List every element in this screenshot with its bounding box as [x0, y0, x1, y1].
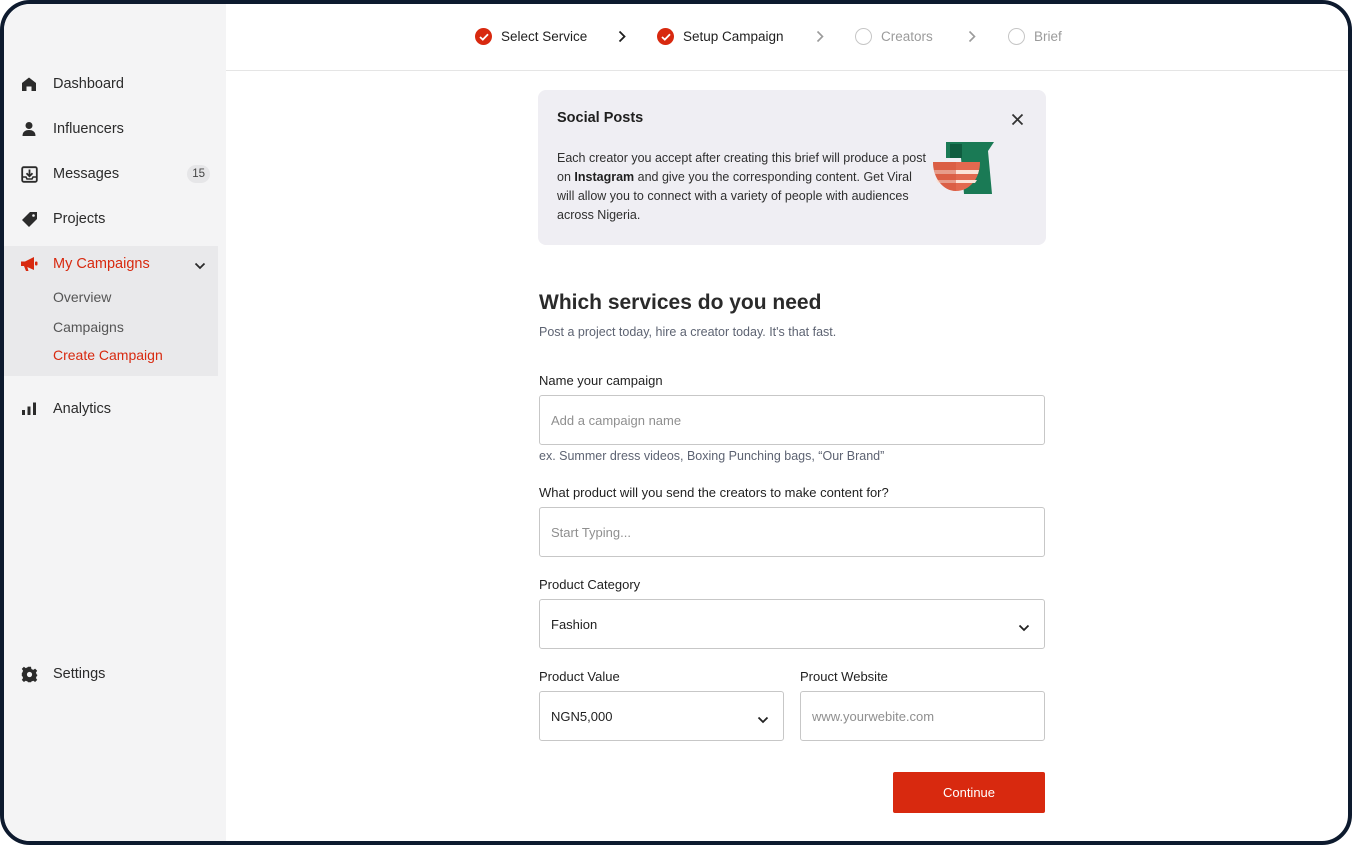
home-icon	[20, 75, 38, 93]
chevron-right-icon	[968, 30, 976, 48]
campaign-name-input[interactable]	[539, 395, 1045, 445]
check-circle-icon	[657, 28, 674, 45]
sidebar-item-label: Projects	[53, 211, 106, 227]
product-input[interactable]	[539, 507, 1045, 557]
sidebar-item-messages[interactable]: Messages 15	[4, 154, 218, 194]
step-brief[interactable]: Brief	[1008, 28, 1062, 45]
step-setup-campaign[interactable]: Setup Campaign	[657, 28, 784, 45]
campaigns-submenu: Overview Campaigns Create Campaign	[4, 280, 218, 376]
step-label: Brief	[1034, 29, 1062, 44]
unread-count-badge: 15	[187, 165, 210, 183]
user-icon	[20, 120, 38, 138]
chevron-down-icon[interactable]	[194, 257, 206, 275]
tag-icon	[20, 210, 38, 228]
product-value-select[interactable]: NGN5,000	[539, 691, 784, 741]
submenu-item-overview[interactable]: Overview	[53, 289, 111, 305]
sidebar-item-influencers[interactable]: Influencers	[4, 109, 218, 149]
bar-chart-icon	[20, 400, 38, 418]
sidebar-item-analytics[interactable]: Analytics	[4, 389, 218, 429]
sidebar-item-label: My Campaigns	[53, 256, 150, 272]
submenu-item-create-campaign[interactable]: Create Campaign	[53, 347, 163, 363]
continue-button[interactable]: Continue	[893, 772, 1045, 813]
sidebar-item-projects[interactable]: Projects	[4, 199, 218, 239]
chevron-right-icon	[618, 30, 626, 48]
sidebar-item-label: Analytics	[53, 401, 112, 417]
sidebar: Dashboard Influencers Messages 15 Projec…	[4, 4, 226, 841]
sidebar-item-my-campaigns[interactable]: My Campaigns	[4, 244, 218, 284]
inbox-icon	[20, 165, 38, 183]
product-value-label: Product Value	[539, 669, 620, 684]
sidebar-item-label: Dashboard	[53, 76, 124, 92]
banner-body: Each creator you accept after creating t…	[557, 149, 929, 225]
stepper-bar: Select Service Setup Campaign Creators B…	[226, 4, 1348, 71]
product-label: What product will you send the creators …	[539, 485, 889, 500]
page-title: Which services do you need	[539, 291, 822, 314]
chevron-right-icon	[816, 30, 824, 48]
banner-title: Social Posts	[557, 110, 644, 126]
step-select-service[interactable]: Select Service	[475, 28, 587, 45]
product-category-value: Fashion	[551, 616, 598, 632]
sidebar-item-label: Settings	[53, 666, 106, 682]
social-posts-illustration	[928, 138, 998, 203]
empty-circle-icon	[1008, 28, 1025, 45]
empty-circle-icon	[855, 28, 872, 45]
check-circle-icon	[475, 28, 492, 45]
page-subtitle: Post a project today, hire a creator tod…	[539, 325, 837, 339]
close-icon[interactable]	[1008, 110, 1026, 128]
chevron-down-icon	[757, 712, 769, 727]
megaphone-icon	[20, 255, 38, 273]
sidebar-item-label: Messages	[53, 166, 120, 182]
chevron-down-icon	[1018, 620, 1030, 635]
info-banner: Social Posts Each creator you accept aft…	[538, 90, 1046, 245]
product-category-label: Product Category	[539, 577, 641, 592]
sidebar-item-dashboard[interactable]: Dashboard	[4, 64, 218, 104]
step-label: Setup Campaign	[683, 29, 784, 44]
product-category-select[interactable]: Fashion	[539, 599, 1045, 649]
product-value-value: NGN5,000	[551, 708, 613, 724]
product-website-label: Prouct Website	[800, 669, 888, 684]
step-label: Select Service	[501, 29, 588, 44]
submenu-item-campaigns[interactable]: Campaigns	[53, 319, 124, 335]
campaign-name-label: Name your campaign	[539, 373, 663, 388]
step-label: Creators	[881, 29, 933, 44]
step-creators[interactable]: Creators	[855, 28, 933, 45]
product-website-input[interactable]	[800, 691, 1045, 741]
app-window: Dashboard Influencers Messages 15 Projec…	[0, 0, 1352, 845]
gear-icon	[20, 665, 38, 683]
banner-body-platform: Instagram	[574, 170, 635, 184]
sidebar-item-settings[interactable]: Settings	[4, 654, 218, 694]
sidebar-item-label: Influencers	[53, 121, 124, 137]
campaign-name-hint: ex. Summer dress videos, Boxing Punching…	[539, 449, 885, 463]
